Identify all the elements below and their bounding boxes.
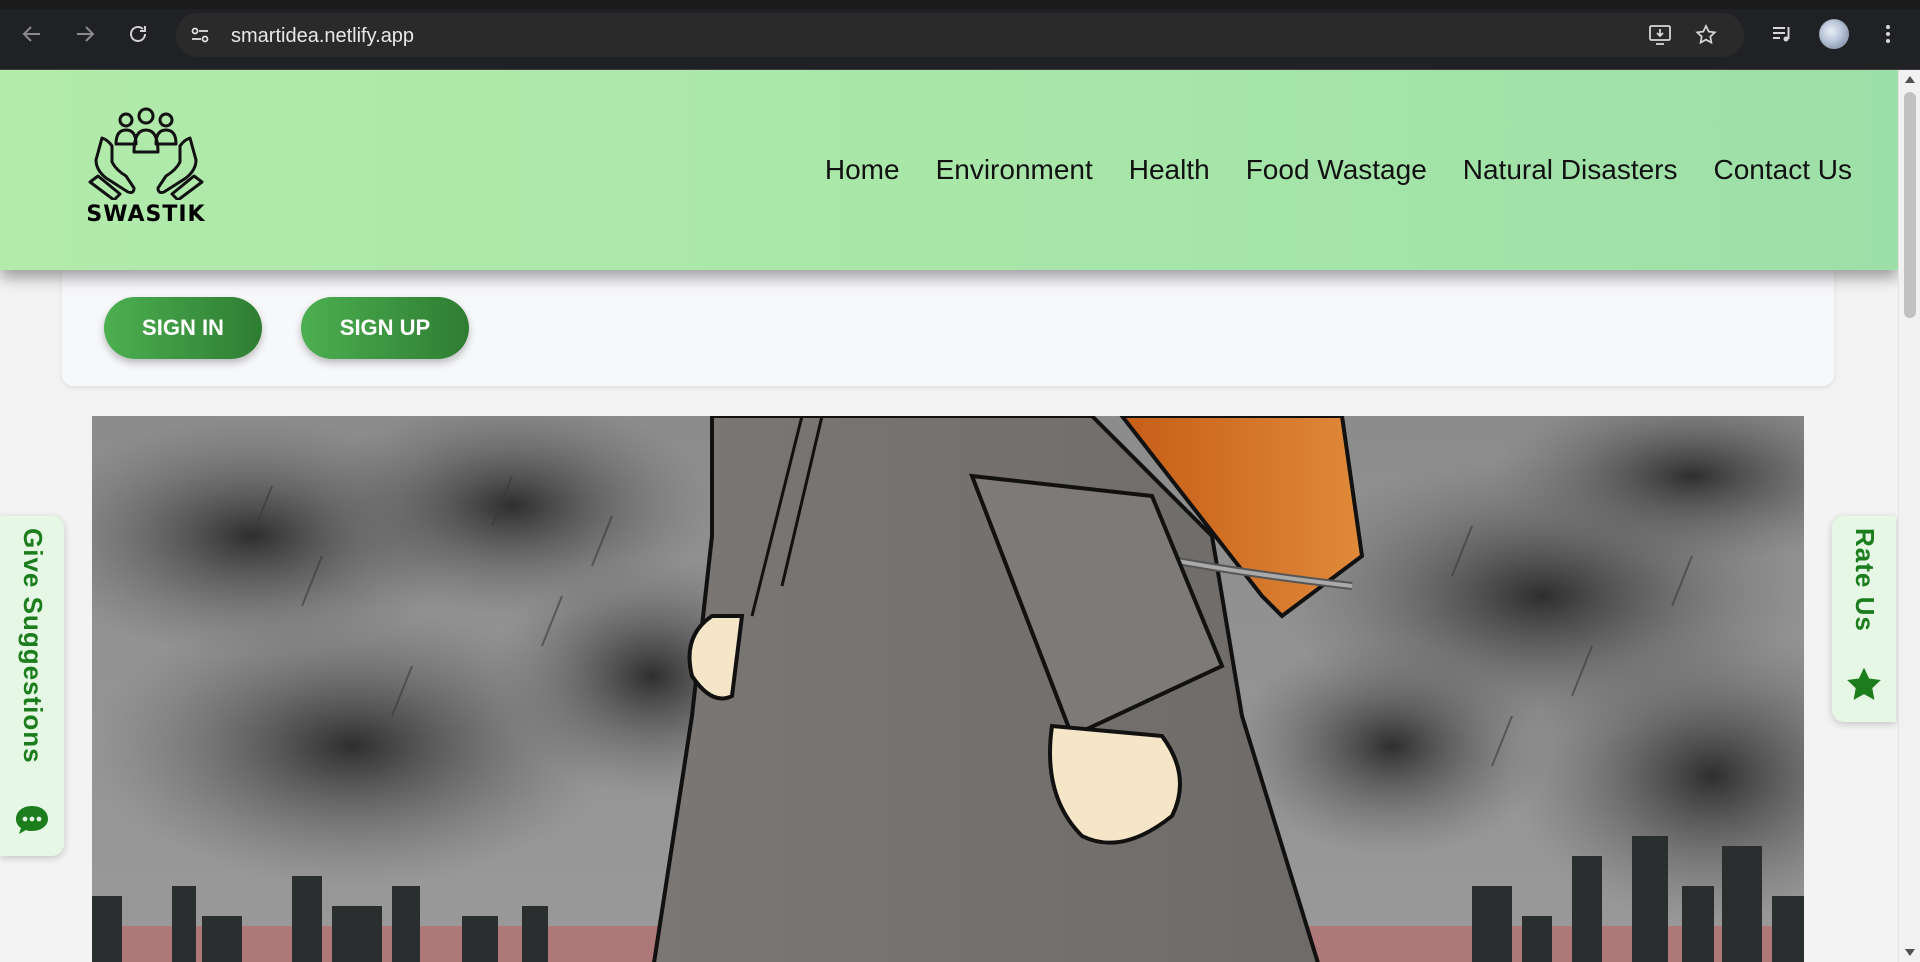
address-bar[interactable]: smartidea.netlify.app: [176, 13, 1744, 57]
site-header: SWASTIK Home Environment Health Food Was…: [0, 70, 1898, 270]
nav-natural-disasters[interactable]: Natural Disasters: [1463, 154, 1678, 186]
install-app-icon[interactable]: [1648, 23, 1674, 47]
auth-panel: SIGN IN SIGN UP: [62, 270, 1834, 386]
forward-arrow-icon[interactable]: [68, 17, 102, 51]
nav-environment[interactable]: Environment: [936, 154, 1093, 186]
page-viewport: SWASTIK Home Environment Health Food Was…: [0, 70, 1898, 962]
browser-toolbar: smartidea.netlify.app: [0, 0, 1920, 70]
reload-icon[interactable]: [121, 17, 155, 51]
scroll-down-arrow-icon[interactable]: [1905, 949, 1915, 956]
sign-up-button[interactable]: SIGN UP: [301, 297, 469, 359]
site-info-icon[interactable]: [188, 23, 212, 47]
scroll-thumb[interactable]: [1904, 92, 1916, 318]
rate-us-tab[interactable]: Rate Us: [1832, 516, 1896, 722]
logo-hands-people-icon: [88, 107, 204, 200]
tab-strip: [0, 0, 1920, 9]
avatar-image: [1819, 19, 1849, 49]
url-text: smartidea.netlify.app: [231, 25, 415, 47]
media-queue-icon[interactable]: [1767, 19, 1797, 49]
hero-image: [92, 416, 1804, 962]
pollution-illustration: [92, 416, 1804, 962]
back-arrow-icon[interactable]: [15, 17, 49, 51]
nav-food-wastage[interactable]: Food Wastage: [1246, 154, 1427, 186]
give-suggestions-label: Give Suggestions: [18, 528, 48, 764]
brand-name: SWASTIK: [86, 202, 206, 227]
scroll-up-arrow-icon[interactable]: [1905, 76, 1915, 83]
nav-health[interactable]: Health: [1129, 154, 1210, 186]
give-suggestions-tab[interactable]: Give Suggestions: [0, 516, 64, 856]
star-icon: [1847, 667, 1881, 700]
profile-avatar[interactable]: [1819, 19, 1849, 49]
rate-us-label: Rate Us: [1850, 528, 1880, 632]
page-scrollbar[interactable]: [1898, 70, 1920, 962]
chat-bubble-icon: [16, 806, 48, 834]
menu-dots-icon[interactable]: [1873, 19, 1903, 49]
sign-in-button[interactable]: SIGN IN: [104, 297, 262, 359]
bookmark-star-icon[interactable]: [1694, 23, 1720, 47]
site-logo[interactable]: SWASTIK: [68, 106, 224, 230]
nav-contact-us[interactable]: Contact Us: [1714, 154, 1853, 186]
nav-home[interactable]: Home: [825, 154, 900, 186]
main-nav: Home Environment Health Food Wastage Nat…: [825, 154, 1852, 186]
